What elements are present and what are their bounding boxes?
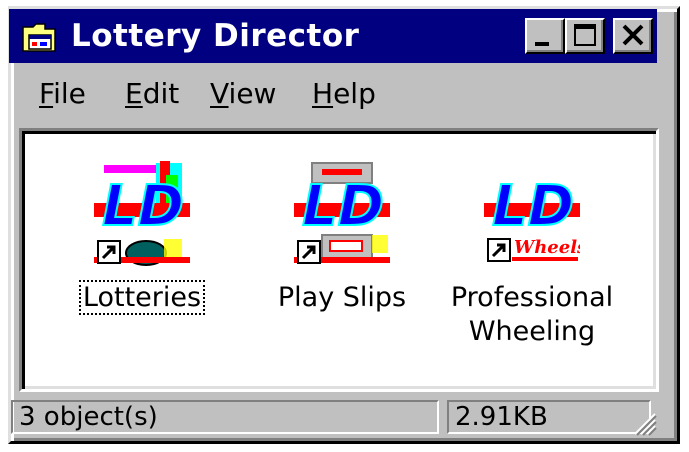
menu-view-accel: V <box>210 77 229 110</box>
status-bar: 3 object(s) 2.91KB <box>9 398 657 436</box>
shortcut-lotteries[interactable]: LD Lotteries <box>72 161 212 321</box>
maximize-button[interactable] <box>565 18 605 54</box>
shortcut-label: Professional Wheeling <box>442 281 622 349</box>
folder-content[interactable]: LD Lotteries LD Play Slips LD Wheels Pro… <box>19 128 659 392</box>
shortcut-label: Play Slips <box>277 282 407 313</box>
menu-edit-accel: E <box>125 77 143 110</box>
shortcut-label-line: Wheeling <box>468 316 596 347</box>
ld-wheels-shortcut-icon: LD Wheels <box>484 173 580 262</box>
menu-help[interactable]: Help <box>312 76 376 112</box>
minimize-icon <box>535 42 549 46</box>
menu-edit-label: dit <box>142 77 180 110</box>
ld-play-slips-shortcut-icon: LD <box>294 162 390 264</box>
menu-edit[interactable]: Edit <box>125 76 179 112</box>
title-bar[interactable]: Lottery Director <box>9 9 657 63</box>
window-title: Lottery Director <box>71 18 360 54</box>
icon-logo-text: LD <box>492 174 574 239</box>
menu-file-label: ile <box>53 77 86 110</box>
close-button[interactable] <box>613 18 653 54</box>
shortcut-professional-wheeling[interactable]: LD Wheels Professional Wheeling <box>442 161 622 351</box>
menu-bar: File Edit View Help <box>9 70 657 118</box>
icon-logo-text: LD <box>302 174 384 239</box>
minimize-button[interactable] <box>525 18 565 54</box>
shortcut-label: Lotteries <box>72 280 212 315</box>
menu-view[interactable]: View <box>210 76 276 112</box>
menu-file-accel: F <box>39 77 54 110</box>
icon-logo-text: LD <box>102 174 184 239</box>
folder-window-icon[interactable] <box>21 19 57 55</box>
shortcut-label-line: Professional <box>450 282 614 313</box>
shortcut-label-text: Lotteries <box>78 280 206 315</box>
resize-grip-icon[interactable] <box>629 408 657 436</box>
menu-view-label: iew <box>228 77 277 110</box>
maximize-icon <box>574 24 596 46</box>
shortcut-play-slips[interactable]: LD Play Slips <box>262 161 422 321</box>
menu-help-accel: H <box>312 77 334 110</box>
ld-lotteries-shortcut-icon: LD <box>94 161 190 266</box>
icon-wheels-badge: Wheels <box>514 237 580 258</box>
status-object-count: 3 object(s) <box>11 400 439 434</box>
menu-help-label: elp <box>333 77 376 110</box>
close-icon <box>622 24 644 46</box>
status-size: 2.91KB <box>447 400 651 434</box>
menu-file[interactable]: File <box>39 76 86 112</box>
